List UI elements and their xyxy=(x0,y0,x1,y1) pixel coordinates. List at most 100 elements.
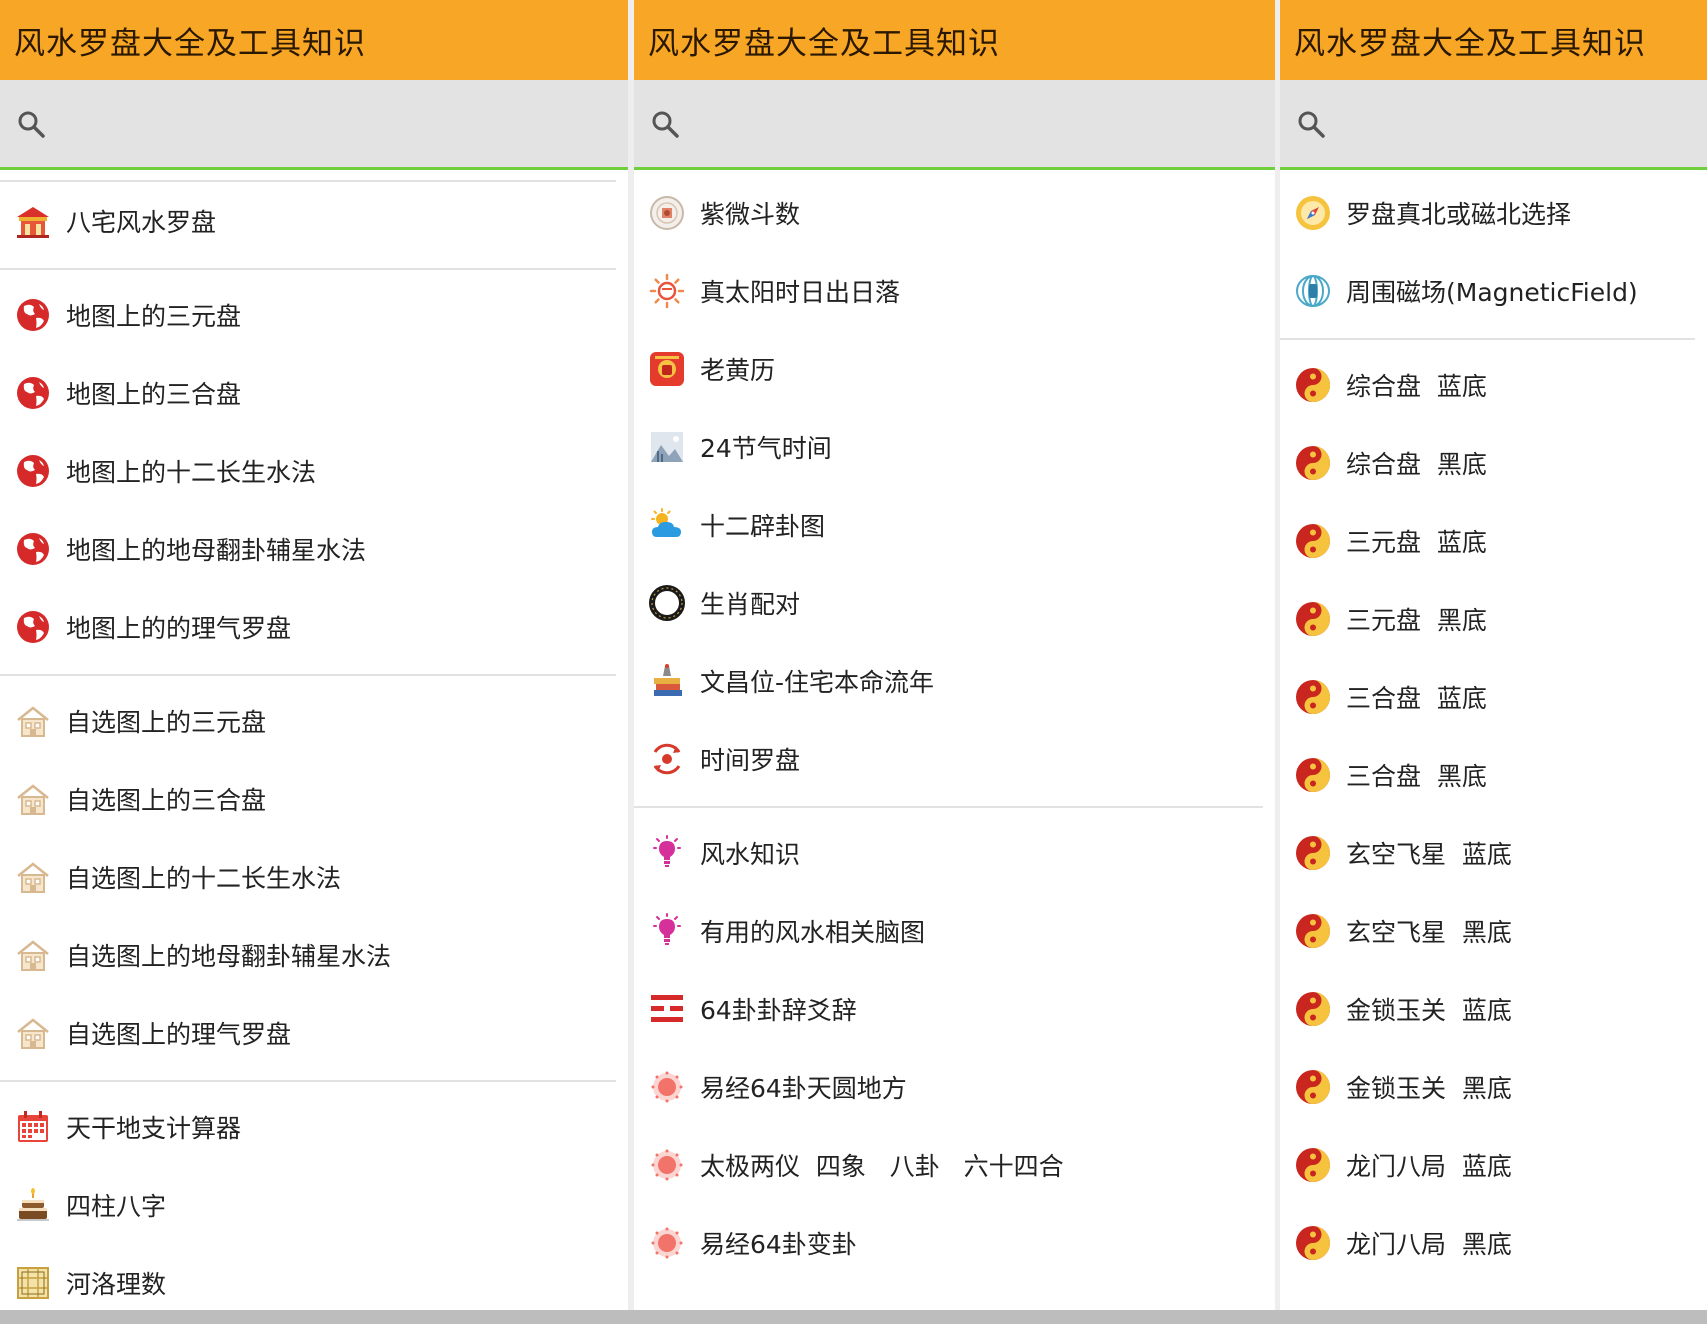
cloud-sun-icon xyxy=(648,506,686,544)
list-item[interactable]: 太极两仪 四象 八卦 六十四合 xyxy=(634,1126,1275,1204)
screen-3: 风水罗盘大全及工具知识罗盘真北或磁北选择周围磁场(MagneticField) 综… xyxy=(1280,0,1707,1310)
list-item[interactable]: 天干地支计算器 xyxy=(0,1088,628,1166)
list-item-label: 自选图上的理气罗盘 xyxy=(66,1020,292,1049)
list-item-label: 金锁玉关 蓝底 xyxy=(1346,996,1512,1025)
list-item-label: 河洛理数 xyxy=(66,1270,167,1299)
list-item[interactable]: 紫微斗数 xyxy=(634,174,1275,252)
list-item[interactable]: 文昌位-住宅本命流年 xyxy=(634,642,1275,720)
globe-icon xyxy=(14,452,52,490)
list-item[interactable]: 玄空飞星 黑底 xyxy=(1280,892,1707,970)
list-item[interactable]: 真太阳时日出日落 xyxy=(634,252,1275,330)
list-item[interactable]: 64卦卦辞爻辞 xyxy=(634,970,1275,1048)
list-item-label: 玄空飞星 蓝底 xyxy=(1346,840,1512,869)
search-input[interactable] xyxy=(58,107,552,140)
list-item[interactable]: 易经64卦天圆地方 xyxy=(634,1048,1275,1126)
yin-yang-icon xyxy=(1294,834,1332,872)
list-item-label: 自选图上的三合盘 xyxy=(66,786,267,815)
search-icon[interactable] xyxy=(1296,109,1326,139)
list-item[interactable]: 自选图上的十二长生水法 xyxy=(0,838,628,916)
globe-icon xyxy=(14,530,52,568)
list-item[interactable]: 地图上的三合盘 xyxy=(0,354,628,432)
list-item-label: 易经64卦变卦 xyxy=(700,1230,857,1259)
yin-yang-icon xyxy=(1294,756,1332,794)
list-item-label: 龙门八局 黑底 xyxy=(1346,1230,1512,1259)
list-item[interactable]: 生肖配对 xyxy=(634,564,1275,642)
list-item[interactable]: 24节气时间 xyxy=(634,408,1275,486)
list-item[interactable]: 自选图上的地母翻卦辅星水法 xyxy=(0,916,628,994)
list-item-label: 地图上的三合盘 xyxy=(66,380,242,409)
list-item-label: 罗盘真北或磁北选择 xyxy=(1346,200,1572,229)
list-item[interactable]: 龙门八局 黑底 xyxy=(1280,1204,1707,1282)
cake-icon xyxy=(14,1186,52,1224)
list-item[interactable]: 地图上的十二长生水法 xyxy=(0,432,628,510)
list-item[interactable]: 龙门八局 蓝底 xyxy=(1280,1126,1707,1204)
search-icon[interactable] xyxy=(650,109,680,139)
search-icon[interactable] xyxy=(16,109,46,139)
menu-list: 八宅风水罗盘 地图上的三元盘地图上的三合盘地图上的十二长生水法地图上的地母翻卦辅星… xyxy=(0,170,628,1310)
list-item[interactable]: 四柱八字 xyxy=(0,1166,628,1244)
list-item-label: 自选图上的地母翻卦辅星水法 xyxy=(66,942,392,971)
list-item[interactable]: 罗盘真北或磁北选择 xyxy=(1280,174,1707,252)
divider xyxy=(634,806,1263,808)
grid-icon xyxy=(14,1264,52,1302)
list-item[interactable]: 河洛理数 xyxy=(0,1244,628,1310)
list-item[interactable]: 金锁玉关 蓝底 xyxy=(1280,970,1707,1048)
sun-icon xyxy=(648,272,686,310)
list-item[interactable]: 自选图上的三元盘 xyxy=(0,682,628,760)
divider xyxy=(0,674,616,676)
list-item[interactable]: 地图上的的理气罗盘 xyxy=(0,588,628,666)
list-item[interactable]: 金锁玉关 黑底 xyxy=(1280,1048,1707,1126)
books-icon xyxy=(648,662,686,700)
lightbulb-icon xyxy=(648,834,686,872)
house-icon xyxy=(14,1014,52,1052)
search-input[interactable] xyxy=(1338,107,1671,140)
dot-circle-icon xyxy=(648,1146,686,1184)
list-item[interactable]: 三合盘 黑底 xyxy=(1280,736,1707,814)
list-item[interactable]: 有用的风水相关脑图 xyxy=(634,892,1275,970)
list-item[interactable]: 自选图上的三合盘 xyxy=(0,760,628,838)
search-bar[interactable] xyxy=(0,80,628,170)
list-item[interactable]: 自选图上的理气罗盘 xyxy=(0,994,628,1072)
list-item[interactable]: 玄空飞星 蓝底 xyxy=(1280,814,1707,892)
list-item[interactable]: 综合盘 蓝底 xyxy=(1280,346,1707,424)
lightbulb-icon xyxy=(648,912,686,950)
list-item[interactable]: 三合盘 蓝底 xyxy=(1280,658,1707,736)
list-item-label: 时间罗盘 xyxy=(700,746,801,775)
list-item[interactable]: 综合盘 黑底 xyxy=(1280,424,1707,502)
temple-icon xyxy=(14,202,52,240)
list-item[interactable]: 时间罗盘 xyxy=(634,720,1275,798)
app-bar: 风水罗盘大全及工具知识 xyxy=(1280,0,1707,80)
list-item-label: 真太阳时日出日落 xyxy=(700,278,901,307)
list-item-label: 四柱八字 xyxy=(66,1192,167,1221)
search-bar[interactable] xyxy=(1280,80,1707,170)
list-item-label: 文昌位-住宅本命流年 xyxy=(700,668,935,697)
hexagram-icon xyxy=(648,990,686,1028)
yin-yang-icon xyxy=(1294,522,1332,560)
landscape-icon xyxy=(648,428,686,466)
search-input[interactable] xyxy=(692,107,1196,140)
list-item[interactable]: 地图上的地母翻卦辅星水法 xyxy=(0,510,628,588)
list-item[interactable]: 三元盘 蓝底 xyxy=(1280,502,1707,580)
list-item-label: 三元盘 蓝底 xyxy=(1346,528,1487,557)
calendar-icon xyxy=(14,1108,52,1146)
list-item[interactable]: 风水知识 xyxy=(634,814,1275,892)
list-item-label: 玄空飞星 黑底 xyxy=(1346,918,1512,947)
list-item-label: 三合盘 黑底 xyxy=(1346,762,1487,791)
list-item[interactable]: 老黄历 xyxy=(634,330,1275,408)
list-item-label: 太极两仪 四象 八卦 六十四合 xyxy=(700,1152,1064,1181)
divider xyxy=(0,268,616,270)
globe-icon xyxy=(14,608,52,646)
list-item-label: 有用的风水相关脑图 xyxy=(700,918,926,947)
list-item[interactable]: 十二辟卦图 xyxy=(634,486,1275,564)
list-item[interactable]: 地图上的三元盘 xyxy=(0,276,628,354)
list-item[interactable]: 易经64卦变卦 xyxy=(634,1204,1275,1282)
list-item-label: 地图上的十二长生水法 xyxy=(66,458,317,487)
search-bar[interactable] xyxy=(634,80,1275,170)
list-item[interactable]: 周围磁场(MagneticField) xyxy=(1280,252,1707,330)
list-item[interactable]: 八宅风水罗盘 xyxy=(0,182,628,260)
magnet-field-icon xyxy=(1294,272,1332,310)
list-item[interactable]: 三元盘 黑底 xyxy=(1280,580,1707,658)
ziwei-icon xyxy=(648,194,686,232)
menu-list: 罗盘真北或磁北选择周围磁场(MagneticField) 综合盘 蓝底 综合盘 黑底… xyxy=(1280,170,1707,1282)
list-item-label: 自选图上的三元盘 xyxy=(66,708,267,737)
